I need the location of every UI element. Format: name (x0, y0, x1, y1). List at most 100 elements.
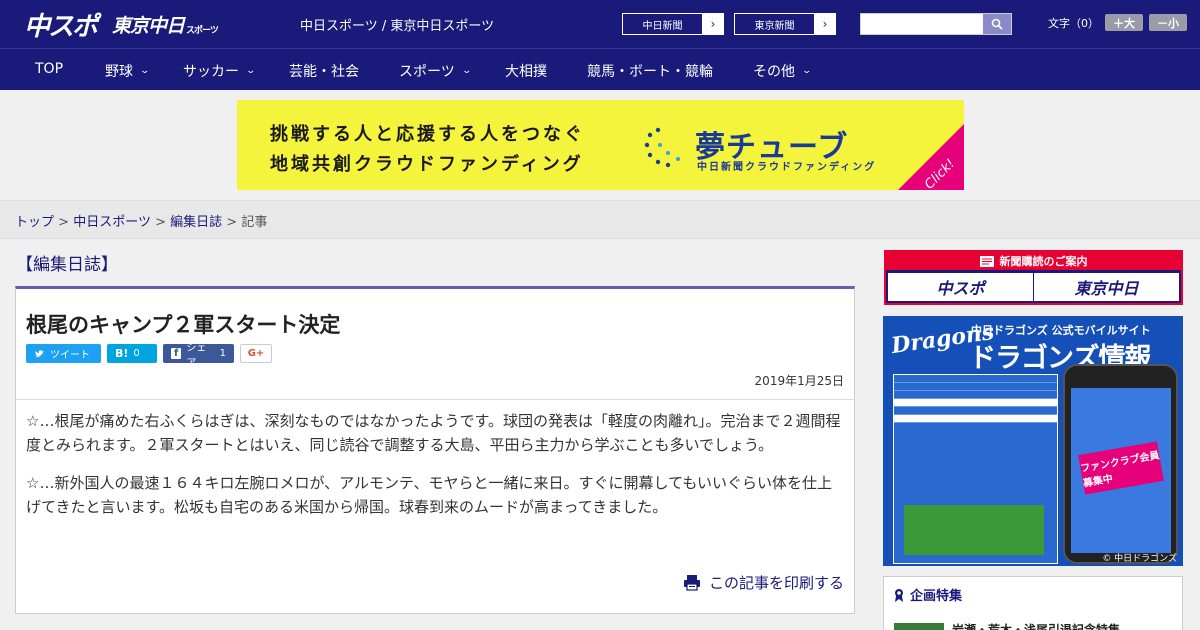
main-nav: TOP 野球 ⌄ サッカー ⌄ 芸能・社会 スポーツ ⌄ 大相撲 競馬・ボート・競輪 … (0, 48, 1200, 90)
tweet-button[interactable]: ツイート (26, 344, 101, 363)
print-label: この記事を印刷する (708, 574, 844, 592)
nav-label: スポーツ (399, 64, 455, 80)
nav-label: その他 (753, 64, 795, 80)
chuspo-logo[interactable]: 中スポ (24, 6, 98, 42)
font-smaller-button[interactable]: －小 (1149, 14, 1187, 31)
nav-item-baseball[interactable]: 野球 ⌄ (105, 61, 151, 81)
hatena-count: 0 (133, 348, 140, 359)
banner-text: 挑戦する人と応援する人をつなぐ 地域共創クラウドファンディング (270, 120, 585, 180)
crowdfunding-banner[interactable]: 挑戦する人と応援する人をつなぐ 地域共創クラウドファンディング 夢チューブ 中日… (237, 100, 964, 190)
hatena-bookmark-button[interactable]: B! 0 (107, 344, 157, 363)
font-size-control: 文字（0） ＋大 －小 (1048, 14, 1187, 31)
hatena-icon: B! (115, 347, 129, 360)
article: 根尾のキャンプ２軍スタート決定 ツイート B! 0 f シェア 1 G+ 201… (15, 286, 855, 614)
nav-item-sumo[interactable]: 大相撲 (505, 61, 547, 81)
dragons-copyright: © 中日ドラゴンズ (1102, 554, 1177, 564)
special-features-label: 企画特集 (910, 589, 963, 604)
printer-icon (683, 575, 700, 591)
ext-link-label: 中日新聞 (623, 14, 703, 34)
article-paragraph: ☆…根尾が痛めた右ふくらはぎは、深刻なものではなかったようです。球団の発表は「軽… (26, 412, 841, 454)
newspaper-icon (979, 255, 994, 267)
breadcrumb-editorial[interactable]: 編集日誌 (170, 215, 222, 230)
tokyo-chunichi-subscribe-logo[interactable]: 東京中日 (1034, 273, 1179, 301)
print-article-link[interactable]: この記事を印刷する (683, 572, 844, 593)
subscription-header: 新聞購読のご案内 (886, 252, 1181, 270)
chevron-right-icon: › (822, 17, 828, 31)
font-size-label: 文字（0） (1048, 16, 1099, 30)
score-row (894, 375, 1057, 383)
banner-line1: 挑戦する人と応援する人をつなぐ (270, 124, 585, 145)
banner-line2: 地域共創クラウドファンディング (270, 154, 584, 175)
nav-label: 野球 (105, 64, 133, 80)
score-row (894, 415, 1057, 423)
score-row (894, 391, 1057, 399)
article-date: 2019年1月25日 (754, 374, 844, 388)
nav-item-top[interactable]: TOP (35, 61, 63, 77)
tokyo-chunichi-logo[interactable]: 東京中日 スポーツ (112, 6, 219, 42)
breadcrumb-top[interactable]: トップ (15, 215, 54, 230)
subscription-box[interactable]: 新聞購読のご案内 中スポ 東京中日 (884, 250, 1183, 305)
site-header: 中スポ 東京中日 スポーツ 中日スポーツ / 東京中日スポーツ 中日新聞 › 東京… (0, 0, 1200, 48)
search-input[interactable] (861, 14, 983, 34)
special-features-box: 企画特集 岩瀬・荒木・浅尾引退記念特集 (883, 576, 1183, 630)
fanclub-badge: ファンクラブ会員募集中 (1078, 441, 1164, 495)
article-divider (16, 399, 854, 400)
dots-logo-icon (644, 127, 680, 168)
chunichi-shimbun-link[interactable]: 中日新聞 › (622, 13, 724, 35)
site-title: 中日スポーツ / 東京中日スポーツ (300, 19, 495, 34)
tokyo-logo-small: スポーツ (186, 25, 219, 36)
nav-item-sports[interactable]: スポーツ ⌄ (399, 61, 472, 81)
nav-label: 競馬・ボート・競輪 (587, 64, 713, 80)
tokyo-shimbun-link[interactable]: 東京新聞 › (734, 13, 836, 35)
search-button[interactable] (983, 14, 1011, 34)
nav-label: TOP (35, 61, 64, 77)
google-plus-icon: G+ (247, 348, 265, 359)
ext-link-label: 東京新聞 (735, 14, 815, 34)
facebook-count: 1 (219, 348, 226, 359)
score-row (894, 383, 1057, 391)
article-body: ☆…根尾が痛めた右ふくらはぎは、深刻なものではなかったようです。球団の発表は「軽… (26, 409, 846, 533)
facebook-label: シェア (186, 342, 207, 369)
facebook-icon: f (171, 348, 182, 359)
font-bigger-button[interactable]: ＋大 (1105, 14, 1143, 31)
section-heading: 【編集日誌】 (16, 255, 118, 275)
breadcrumb-chunichi-sports[interactable]: 中日スポーツ (73, 215, 151, 230)
nav-label: 芸能・社会 (289, 64, 359, 80)
ribbon-icon (895, 588, 903, 602)
special-feature-item[interactable]: 岩瀬・荒木・浅尾引退記念特集 (894, 621, 1120, 630)
chevron-down-icon: ⌄ (461, 66, 472, 76)
chevron-down-icon: ⌄ (801, 66, 813, 76)
nav-item-entertainment[interactable]: 芸能・社会 (289, 61, 359, 81)
chuspo-subscribe-logo[interactable]: 中スポ (888, 273, 1033, 301)
search-icon (991, 18, 1003, 30)
article-paragraph: ☆…新外国人の最速１６４キロ左腕ロメロが、アルモンテ、モヤらと一緒に来日。すぐに… (26, 474, 833, 516)
dragons-mobile-ad[interactable]: Dragons 中日ドラゴンズ 公式モバイルサイト ドラゴンズ情報 ファンクラブ… (883, 316, 1183, 566)
breadcrumb-separator: > (58, 215, 70, 230)
smartphone-illustration: ファンクラブ会員募集中 (1063, 364, 1178, 564)
google-plus-button[interactable]: G+ (240, 344, 272, 363)
chevron-down-icon: ⌄ (139, 66, 151, 76)
nav-label: 大相撲 (505, 64, 547, 80)
special-feature-text: 岩瀬・荒木・浅尾引退記念特集 (952, 623, 1121, 630)
tokyo-logo-text: 東京中日 (112, 14, 185, 37)
nav-label: サッカー (183, 64, 239, 80)
chevron-right-icon: › (710, 17, 716, 31)
facebook-share-button[interactable]: f シェア 1 (163, 343, 234, 369)
scoreboard-illustration (893, 374, 1058, 564)
nav-item-racing[interactable]: 競馬・ボート・競輪 (587, 61, 713, 81)
baseball-field-illustration (904, 505, 1044, 555)
special-feature-thumbnail (894, 622, 944, 630)
score-row (894, 399, 1057, 407)
breadcrumb-bar: トップ > 中日スポーツ > 編集日誌 > 記事 (0, 200, 1200, 239)
breadcrumb-separator: > (155, 215, 166, 230)
search-box (860, 13, 1012, 35)
subscription-title: 新聞購読のご案内 (999, 255, 1088, 268)
breadcrumb-current: 記事 (241, 215, 268, 230)
nav-item-soccer[interactable]: サッカー ⌄ (183, 61, 256, 81)
score-row (894, 407, 1057, 415)
share-buttons: ツイート B! 0 f シェア 1 G+ (26, 343, 272, 369)
banner-subtitle: 中日新聞クラウドファンディング (697, 162, 877, 173)
phone-screen: ファンクラブ会員募集中 (1071, 388, 1171, 553)
article-title: 根尾のキャンプ２軍スタート決定 (26, 313, 341, 337)
nav-item-other[interactable]: その他 ⌄ (753, 61, 813, 81)
